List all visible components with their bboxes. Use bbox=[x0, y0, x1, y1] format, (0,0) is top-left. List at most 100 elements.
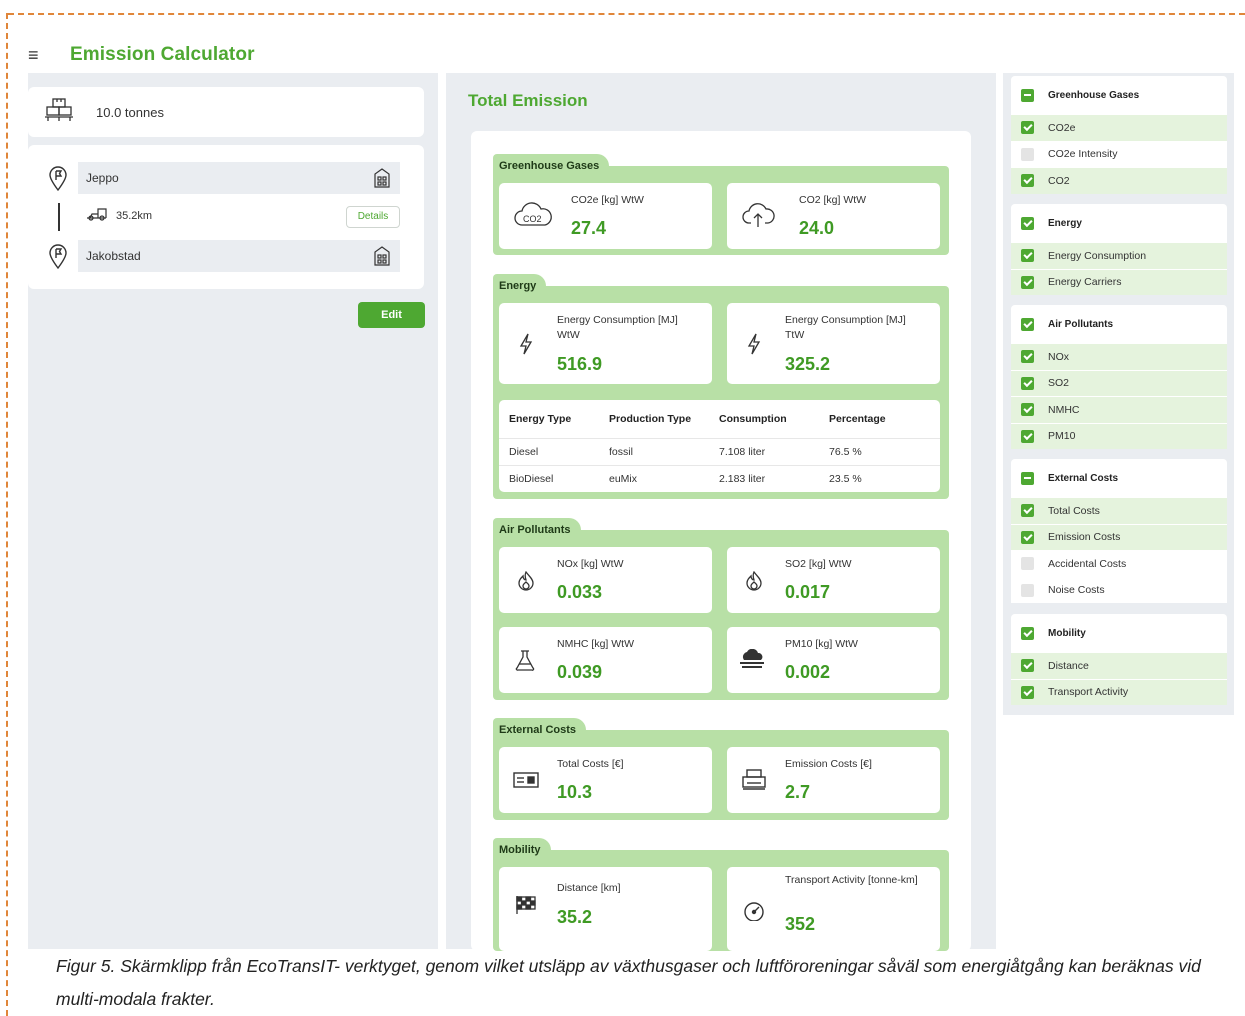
filter-option-label: Noise Costs bbox=[1048, 584, 1105, 597]
filter-option-label: CO2e Intensity bbox=[1048, 148, 1118, 161]
filter-option-distance[interactable]: Distance bbox=[1011, 652, 1227, 679]
details-button[interactable]: Details bbox=[346, 206, 400, 228]
checkbox-checked-icon[interactable] bbox=[1021, 350, 1034, 364]
filter-option-label: Accidental Costs bbox=[1048, 557, 1127, 570]
route-card: Jeppo 35.2km Details Jakobstad bbox=[28, 145, 424, 289]
filter-option-label: Transport Activity bbox=[1048, 686, 1129, 699]
checkbox-checked-icon[interactable] bbox=[1021, 626, 1034, 640]
filter-group-title: Mobility bbox=[1048, 627, 1086, 639]
metric-energy-wtw: Energy Consumption [MJ] WtW 516.9 bbox=[499, 303, 712, 384]
metric-co2: CO2 [kg] WtW 24.0 bbox=[727, 183, 940, 249]
cargo-card[interactable]: 10.0 tonnes bbox=[28, 87, 424, 137]
filter-option-label: NOx bbox=[1048, 350, 1069, 363]
table-cell: 2.183 liter bbox=[719, 473, 766, 485]
table-row: Diesel fossil 7.108 liter 76.5 % bbox=[499, 438, 940, 465]
checkbox-indeterminate-icon[interactable] bbox=[1021, 471, 1034, 485]
checkbox-checked-icon[interactable] bbox=[1021, 275, 1034, 289]
metric-label: Energy Consumption [MJ] WtW bbox=[557, 314, 678, 341]
filter-group-header[interactable]: Air Pollutants bbox=[1011, 305, 1227, 343]
checkbox-checked-icon[interactable] bbox=[1021, 504, 1034, 518]
air-pollutants-section: Air Pollutants NOx [kg] WtW 0.033 SO2 [k… bbox=[493, 518, 949, 700]
filter-option-pm10[interactable]: PM10 bbox=[1011, 422, 1227, 449]
filter-option-label: Distance bbox=[1048, 659, 1089, 672]
filter-option-so2[interactable]: SO2 bbox=[1011, 369, 1227, 396]
building-icon bbox=[374, 168, 390, 191]
filter-option-co2e-intensity[interactable]: CO2e Intensity bbox=[1011, 140, 1227, 167]
checkbox-checked-icon[interactable] bbox=[1021, 429, 1034, 443]
flask-icon bbox=[515, 649, 535, 676]
table-cell: euMix bbox=[609, 473, 638, 485]
route-segment: 35.2km bbox=[86, 207, 152, 224]
checkbox-unchecked-icon[interactable] bbox=[1021, 147, 1034, 161]
checkbox-checked-icon[interactable] bbox=[1021, 376, 1034, 390]
filter-option-label: NMHC bbox=[1048, 403, 1080, 416]
filter-option-co2e[interactable]: CO2e bbox=[1011, 114, 1227, 141]
filter-option-nmhc[interactable]: NMHC bbox=[1011, 396, 1227, 423]
metric-value: 0.017 bbox=[785, 582, 831, 602]
edit-button[interactable]: Edit bbox=[358, 302, 425, 328]
filter-option-transport-activity[interactable]: Transport Activity bbox=[1011, 678, 1227, 705]
smog-icon bbox=[739, 648, 765, 676]
filter-group-header[interactable]: Greenhouse Gases bbox=[1011, 76, 1227, 114]
checkbox-checked-icon[interactable] bbox=[1021, 121, 1034, 135]
app-header: ≡ Emission Calculator bbox=[28, 40, 255, 70]
metric-emission-costs: Emission Costs [€] 2.7 bbox=[727, 747, 940, 813]
origin-stop[interactable]: Jeppo bbox=[78, 162, 400, 194]
destination-stop[interactable]: Jakobstad bbox=[78, 240, 400, 272]
filter-group-header[interactable]: Energy bbox=[1011, 204, 1227, 242]
cloud-upload-icon bbox=[741, 199, 775, 236]
lightning-icon bbox=[747, 333, 761, 360]
header-production-type: Production Type bbox=[609, 413, 692, 425]
filter-group-header[interactable]: Mobility bbox=[1011, 614, 1227, 652]
filter-group-energy: Energy Energy Consumption Energy Carrier… bbox=[1011, 204, 1227, 295]
checkbox-checked-icon[interactable] bbox=[1021, 403, 1034, 417]
route-panel: 10.0 tonnes Jeppo 35.2km Details Jakobst… bbox=[28, 73, 438, 949]
filter-option-energy-carriers[interactable]: Energy Carriers bbox=[1011, 268, 1227, 295]
checkbox-checked-icon[interactable] bbox=[1021, 249, 1034, 263]
checkbox-checked-icon[interactable] bbox=[1021, 216, 1034, 230]
external-costs-section: External Costs Total Costs [€] 10.3 Emis… bbox=[493, 718, 949, 820]
checkbox-checked-icon[interactable] bbox=[1021, 530, 1034, 544]
filter-option-noise-costs[interactable]: Noise Costs bbox=[1011, 576, 1227, 603]
truck-icon bbox=[86, 207, 108, 224]
metric-value: 35.2 bbox=[557, 907, 593, 927]
checkbox-checked-icon[interactable] bbox=[1021, 174, 1034, 188]
checkbox-indeterminate-icon[interactable] bbox=[1021, 88, 1034, 102]
filter-option-nox[interactable]: NOx bbox=[1011, 343, 1227, 370]
header-consumption: Consumption bbox=[719, 413, 787, 425]
metric-value: 24.0 bbox=[799, 218, 835, 238]
metric-label: Energy Consumption [MJ] TtW bbox=[785, 314, 906, 341]
filter-option-energy-consumption[interactable]: Energy Consumption bbox=[1011, 242, 1227, 269]
route-connector-line bbox=[58, 203, 60, 231]
filter-option-emission-costs[interactable]: Emission Costs bbox=[1011, 523, 1227, 550]
filter-option-label: Energy Carriers bbox=[1048, 276, 1122, 289]
filter-option-accidental-costs[interactable]: Accidental Costs bbox=[1011, 550, 1227, 577]
filter-group-header[interactable]: External Costs bbox=[1011, 459, 1227, 497]
metric-value: 10.3 bbox=[557, 782, 593, 802]
filter-group-air-pollutants: Air Pollutants NOx SO2 NMHC PM10 bbox=[1011, 305, 1227, 449]
checkbox-checked-icon[interactable] bbox=[1021, 685, 1034, 699]
filter-option-co2[interactable]: CO2 bbox=[1011, 167, 1227, 194]
header-energy-type: Energy Type bbox=[509, 413, 572, 425]
table-header: Energy Type Production Type Consumption … bbox=[499, 400, 940, 438]
checkbox-checked-icon[interactable] bbox=[1021, 659, 1034, 673]
hamburger-menu-icon[interactable]: ≡ bbox=[28, 45, 52, 66]
metric-label: NOx [kg] WtW bbox=[557, 558, 624, 570]
metric-label: Emission Costs [€] bbox=[785, 758, 872, 770]
origin-name: Jeppo bbox=[86, 171, 119, 185]
destination-flag-pin-icon bbox=[48, 243, 68, 274]
checkbox-unchecked-icon[interactable] bbox=[1021, 583, 1034, 597]
filter-group-external-costs: External Costs Total Costs Emission Cost… bbox=[1011, 459, 1227, 603]
metric-label: PM10 [kg] WtW bbox=[785, 638, 858, 650]
filter-option-total-costs[interactable]: Total Costs bbox=[1011, 497, 1227, 524]
checkbox-checked-icon[interactable] bbox=[1021, 317, 1034, 331]
figure-caption: Figur 5. Skärmklipp från EcoTransIT- ver… bbox=[56, 956, 1201, 1009]
metric-value: 325.2 bbox=[785, 354, 831, 374]
energy-section: Energy Energy Consumption [MJ] WtW 516.9… bbox=[493, 274, 949, 499]
metric-value: 27.4 bbox=[571, 218, 607, 238]
checkbox-unchecked-icon[interactable] bbox=[1021, 557, 1034, 571]
table-cell: 7.108 liter bbox=[719, 446, 766, 458]
metric-pm10: PM10 [kg] WtW 0.002 bbox=[727, 627, 940, 693]
emission-results-panel: Total Emission Greenhouse Gases CO2 CO2e… bbox=[446, 73, 996, 951]
metric-co2e: CO2 CO2e [kg] WtW 27.4 bbox=[499, 183, 712, 249]
